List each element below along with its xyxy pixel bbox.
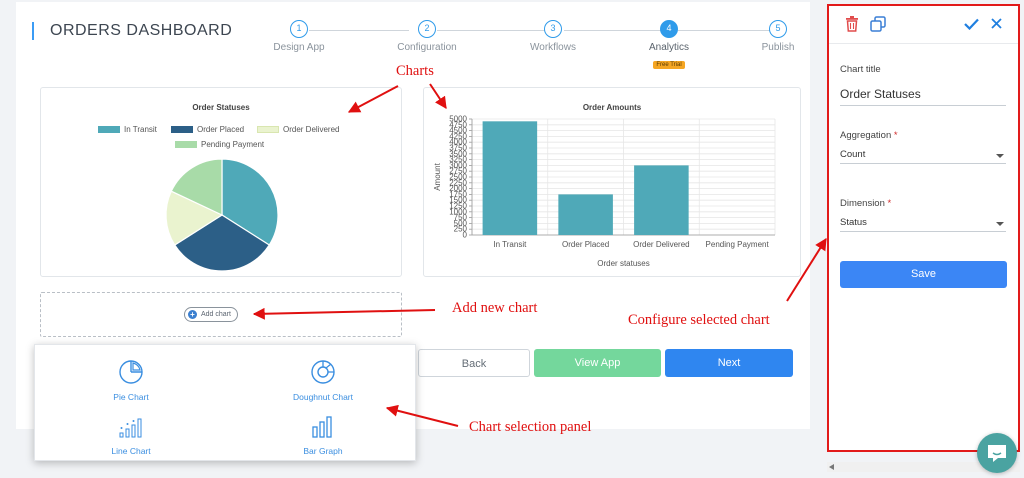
- trash-icon[interactable]: [845, 16, 859, 32]
- configure-arrow: [786, 237, 827, 302]
- duplicate-icon[interactable]: [870, 16, 886, 32]
- aggregation-value: Count: [840, 149, 866, 160]
- dimension-label: Dimension *: [840, 198, 891, 209]
- close-icon[interactable]: [991, 18, 1002, 29]
- chart-title-field[interactable]: Order Statuses: [840, 86, 1006, 106]
- scroll-left-icon[interactable]: [829, 464, 835, 470]
- annotation-add-new-chart: Add new chart: [452, 300, 538, 316]
- selection-panel-arrow: [385, 404, 459, 427]
- save-button[interactable]: Save: [840, 261, 1007, 288]
- dimension-select[interactable]: Status: [840, 216, 1006, 232]
- aggregation-label: Aggregation *: [840, 130, 898, 141]
- aggregation-select[interactable]: Count: [840, 148, 1006, 164]
- required-mark: *: [887, 198, 892, 209]
- annotation-charts: Charts: [396, 63, 434, 79]
- caret-down-icon: [996, 222, 1004, 226]
- charts-arrow-left: [347, 85, 399, 113]
- charts-arrow-right: [429, 83, 447, 109]
- chat-icon: [988, 445, 1006, 462]
- caret-down-icon: [996, 154, 1004, 158]
- dimension-value: Status: [840, 217, 867, 228]
- check-icon[interactable]: [964, 18, 979, 30]
- chart-config-panel: Chart title Order Statuses Aggregation *…: [827, 4, 1020, 452]
- annotation-chart-selection-panel: Chart selection panel: [469, 419, 592, 435]
- add-chart-arrow: [252, 307, 436, 320]
- required-mark: *: [893, 130, 898, 141]
- aggregation-label-text: Aggregation: [840, 130, 892, 141]
- divider: [829, 43, 1018, 44]
- chart-title-label: Chart title: [840, 64, 881, 75]
- chat-widget[interactable]: [977, 433, 1017, 473]
- annotation-configure-selected-chart: Configure selected chart: [628, 312, 770, 328]
- dimension-label-text: Dimension: [840, 198, 885, 209]
